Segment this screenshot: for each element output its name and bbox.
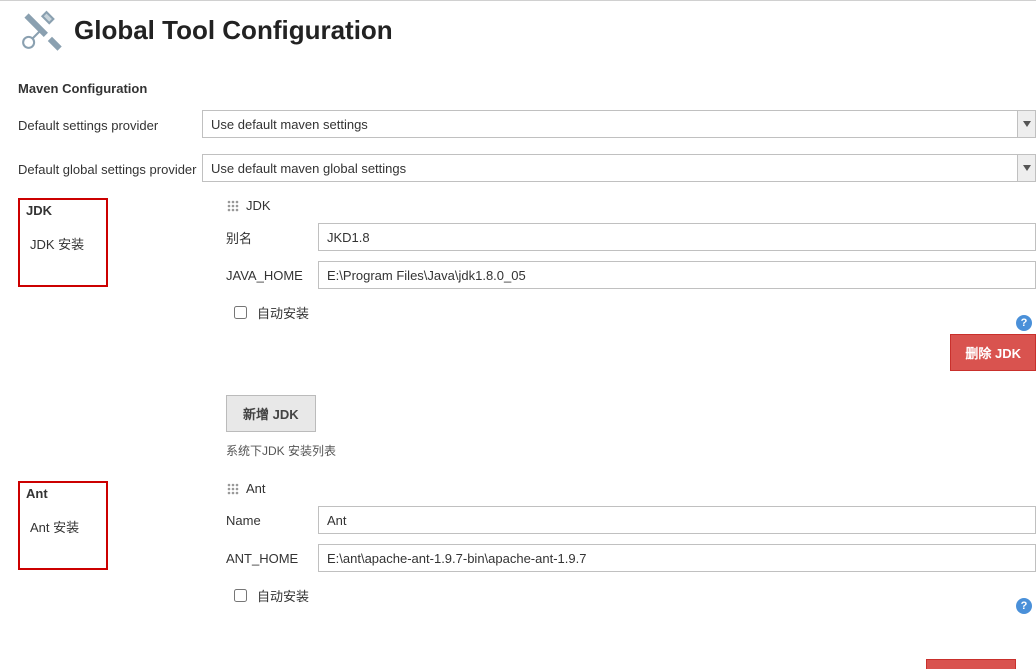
jdk-auto-install-checkbox[interactable]: [234, 306, 247, 319]
jdk-install-label: JDK 安装: [30, 234, 100, 253]
page-header: Global Tool Configuration: [18, 7, 1036, 53]
ant-category: Ant: [26, 486, 100, 501]
java-home-input[interactable]: [318, 261, 1036, 289]
jdk-highlight-box: JDK JDK 安装: [18, 198, 108, 287]
help-icon[interactable]: ?: [1016, 598, 1032, 614]
java-home-label: JAVA_HOME: [226, 268, 318, 283]
default-global-settings-select[interactable]: Use default maven global settings: [202, 154, 1036, 182]
help-icon[interactable]: ?: [1016, 315, 1032, 331]
jdk-tool-label: JDK: [246, 198, 271, 213]
jdk-alias-input[interactable]: [318, 223, 1036, 251]
jdk-list-desc: 系统下JDK 安装列表: [226, 442, 1036, 459]
ant-auto-install-label: 自动安装: [257, 586, 309, 605]
ant-home-label: ANT_HOME: [226, 551, 318, 566]
default-settings-select[interactable]: Use default maven settings: [202, 110, 1036, 138]
ant-name-input[interactable]: [318, 506, 1036, 534]
partial-button[interactable]: [926, 659, 1016, 669]
chevron-down-icon: [1017, 111, 1035, 137]
jdk-auto-install-label: 自动安装: [257, 303, 309, 322]
ant-home-input[interactable]: [318, 544, 1036, 572]
ant-auto-install-checkbox[interactable]: [234, 589, 247, 602]
delete-jdk-button[interactable]: 删除 JDK: [950, 334, 1036, 371]
default-global-settings-value: Use default maven global settings: [211, 161, 406, 176]
ant-tool-label: Ant: [246, 481, 266, 496]
chevron-down-icon: [1017, 155, 1035, 181]
maven-section-title: Maven Configuration: [18, 81, 1036, 96]
default-global-settings-label: Default global settings provider: [18, 160, 202, 177]
jdk-alias-label: 别名: [226, 228, 318, 247]
ant-install-label: Ant 安装: [30, 517, 100, 536]
page-title: Global Tool Configuration: [74, 15, 393, 46]
default-settings-label: Default settings provider: [18, 116, 202, 133]
add-jdk-button[interactable]: 新增 JDK: [226, 395, 316, 432]
jdk-category: JDK: [26, 203, 100, 218]
default-settings-value: Use default maven settings: [211, 117, 368, 132]
ant-highlight-box: Ant Ant 安装: [18, 481, 108, 570]
ant-name-label: Name: [226, 513, 318, 528]
drag-handle-icon[interactable]: [226, 199, 240, 213]
tools-icon: [18, 7, 64, 53]
drag-handle-icon[interactable]: [226, 482, 240, 496]
